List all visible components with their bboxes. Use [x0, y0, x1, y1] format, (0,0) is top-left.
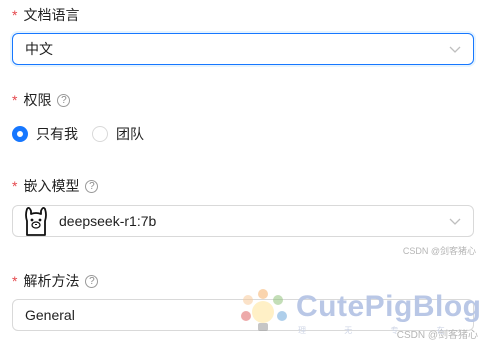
csdn-watermark-bottom: CSDN @剑客猪心: [396, 330, 478, 341]
permission-radio-group: 只有我 团队: [12, 124, 158, 144]
embedding-model-value: deepseek-r1:7b: [59, 213, 157, 229]
chevron-down-icon: [449, 46, 461, 53]
language-value: 中文: [25, 41, 53, 57]
watermark-brand: CutePigBlog: [296, 290, 482, 323]
help-icon[interactable]: ?: [57, 93, 71, 107]
csdn-watermark-top: CSDN @剑客猪心: [402, 246, 476, 256]
permission-label: 权限: [23, 92, 52, 108]
parse-method-value: General: [25, 307, 75, 323]
radio-unchecked-icon: [92, 126, 108, 142]
radio-checked-icon: [12, 126, 28, 142]
embedding-label-row: * 嵌入模型 ?: [12, 177, 99, 195]
permission-label-row: * 权限 ?: [12, 91, 71, 109]
chevron-down-icon: [449, 218, 461, 225]
lightbulb-logo-icon: [241, 289, 287, 331]
language-label-row: * 文档语言: [12, 6, 79, 24]
llama-avatar-icon: [25, 207, 47, 236]
parse-method-label: 解析方法: [23, 273, 80, 289]
radio-only-me[interactable]: 只有我: [12, 124, 78, 144]
parse-method-label-row: * 解析方法 ?: [12, 272, 99, 290]
required-mark: *: [12, 273, 18, 289]
radio-only-me-label: 只有我: [36, 126, 78, 142]
language-label: 文档语言: [23, 7, 80, 23]
embedding-label: 嵌入模型: [23, 178, 80, 194]
radio-team[interactable]: 团队: [92, 124, 144, 144]
help-icon[interactable]: ?: [85, 274, 99, 288]
required-mark: *: [12, 178, 18, 194]
radio-team-label: 团队: [116, 126, 144, 142]
language-select[interactable]: 中文: [12, 33, 474, 65]
help-icon[interactable]: ?: [85, 179, 99, 193]
required-mark: *: [12, 7, 18, 23]
embedding-model-select[interactable]: deepseek-r1:7b: [12, 205, 474, 237]
required-mark: *: [12, 92, 18, 108]
